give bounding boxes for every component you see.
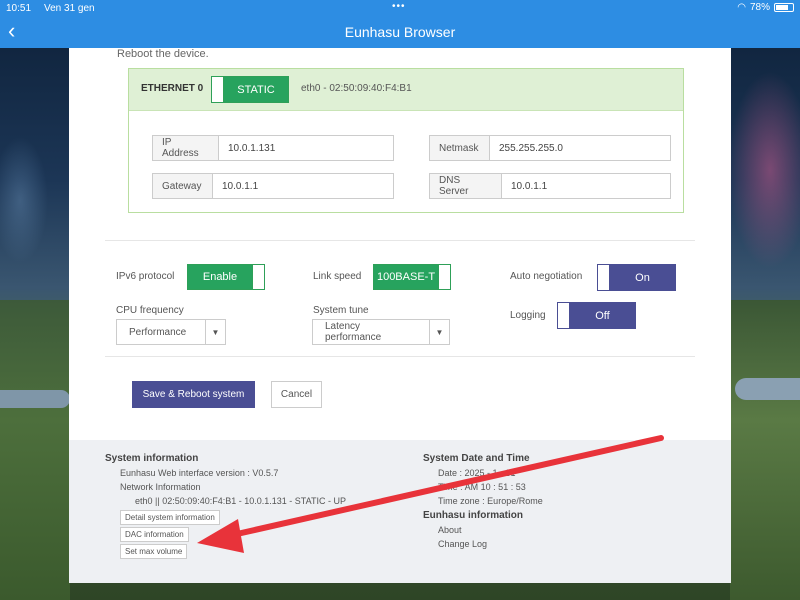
system-information-title: System information — [105, 453, 199, 464]
nav-bar: ‹ Eunhasu Browser — [0, 16, 800, 48]
status-bar: 10:51 Ven 31 gen ••• ◠ 78% — [0, 0, 800, 16]
status-time: 10:51 — [6, 2, 32, 14]
system-tune-label: System tune — [313, 305, 369, 316]
ethernet-title: ETHERNET 0 — [141, 83, 204, 94]
set-max-volume-button[interactable]: Set max volume — [120, 544, 188, 559]
toggle-knob — [598, 265, 610, 290]
dns-server-label: DNS Server — [430, 174, 502, 198]
ip-address-label: IP Address — [153, 136, 219, 160]
toggle-knob — [438, 265, 450, 289]
status-date: Ven 31 gen — [44, 2, 95, 14]
cancel-button[interactable]: Cancel — [271, 381, 322, 408]
footer: System information Eunhasu Web interface… — [69, 440, 731, 583]
auto-negotiation-label: Auto negotiation — [510, 271, 583, 282]
web-interface-version: Eunhasu Web interface version : V0.5.7 — [120, 468, 279, 478]
toggle-knob — [212, 77, 224, 102]
auto-negotiation-toggle[interactable]: On — [597, 264, 676, 291]
network-information-title: Network Information — [120, 482, 201, 492]
ipv6-label: IPv6 protocol — [116, 271, 175, 282]
system-date: Date : 2025 - 1 - 31 — [438, 468, 516, 478]
network-line: eth0 || 02:50:09:40:F4:B1 - 10.0.1.131 -… — [135, 496, 346, 506]
logging-value: Off — [570, 303, 635, 328]
battery-percent: 78% — [749, 2, 770, 13]
save-reboot-button[interactable]: Save & Reboot system — [132, 381, 255, 408]
background-lake-right — [735, 378, 800, 400]
gateway-label: Gateway — [153, 174, 213, 198]
ethernet-mode-label: STATIC — [224, 77, 288, 102]
detail-system-info-button[interactable]: Detail system information — [120, 510, 220, 525]
settings-panel: Reboot the device. ETHERNET 0 STATIC eth… — [69, 48, 731, 440]
system-time: Time : AM 10 : 51 : 53 — [438, 482, 526, 492]
netmask-label: Netmask — [430, 136, 490, 160]
section-divider — [105, 356, 695, 357]
dns-server-field: DNS Server — [429, 173, 671, 199]
dac-information-button[interactable]: DAC information — [120, 527, 189, 542]
ethernet-box: ETHERNET 0 STATIC eth0 - 02:50:09:40:F4:… — [128, 68, 684, 213]
ip-address-field: IP Address — [152, 135, 394, 161]
dns-server-input[interactable] — [502, 174, 670, 198]
battery-icon — [774, 3, 794, 12]
cpu-frequency-select[interactable]: Performance ▼ — [116, 319, 226, 345]
ipv6-value: Enable — [188, 265, 252, 289]
link-speed-label: Link speed — [313, 271, 362, 282]
system-tune-value: Latency performance — [325, 321, 382, 343]
ethernet-mode-toggle[interactable]: STATIC — [211, 76, 289, 103]
multitask-dots[interactable]: ••• — [392, 1, 406, 12]
gateway-input[interactable] — [213, 174, 393, 198]
status-right: ◠ 78% — [737, 2, 794, 13]
cpu-frequency-value: Performance — [129, 326, 187, 338]
gateway-field: Gateway — [152, 173, 394, 199]
link-speed-value: 100BASE-T — [374, 265, 438, 289]
ipv6-toggle[interactable]: Enable — [187, 264, 265, 290]
logging-label: Logging — [510, 310, 546, 321]
browser-title: Eunhasu Browser — [344, 24, 456, 40]
link-speed-toggle[interactable]: 100BASE-T — [373, 264, 451, 290]
background-hill-left — [0, 300, 70, 600]
netmask-input[interactable] — [490, 136, 670, 160]
ethernet-header: ETHERNET 0 STATIC eth0 - 02:50:09:40:F4:… — [129, 69, 683, 111]
wifi-icon: ◠ — [737, 2, 746, 13]
system-tune-select[interactable]: Latency performance ▼ — [312, 319, 450, 345]
background-lake-left — [0, 390, 70, 408]
system-timezone: Time zone : Europe/Rome — [438, 496, 543, 506]
chevron-down-icon: ▼ — [429, 320, 449, 344]
ethernet-mac: eth0 - 02:50:09:40:F4:B1 — [301, 83, 412, 94]
auto-negotiation-value: On — [610, 265, 675, 290]
netmask-field: Netmask — [429, 135, 671, 161]
toggle-knob — [558, 303, 570, 328]
cpu-frequency-label: CPU frequency — [116, 305, 184, 316]
background-hill-right — [730, 300, 800, 600]
ip-address-input[interactable] — [219, 136, 393, 160]
eunhasu-information-title: Eunhasu information — [423, 510, 523, 521]
reboot-text: Reboot the device. — [117, 48, 209, 60]
chevron-down-icon: ▼ — [205, 320, 225, 344]
section-divider — [105, 240, 695, 241]
chevron-left-icon[interactable]: ‹ — [8, 20, 15, 42]
system-date-time-title: System Date and Time — [423, 453, 530, 464]
toggle-knob — [252, 265, 264, 289]
about-link[interactable]: About — [438, 525, 462, 535]
change-log-link[interactable]: Change Log — [438, 539, 487, 549]
logging-toggle[interactable]: Off — [557, 302, 636, 329]
